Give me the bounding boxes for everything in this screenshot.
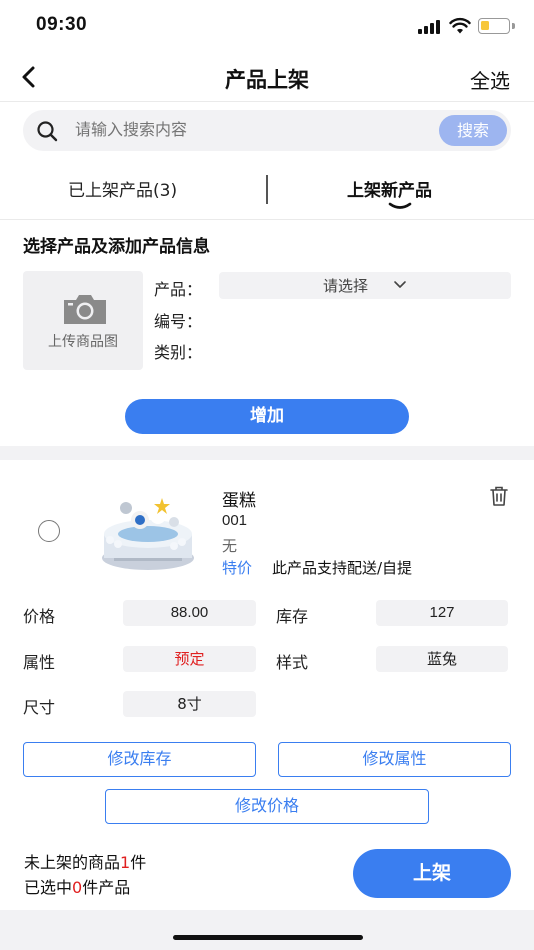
product-code: 001 [222,512,248,529]
battery-icon [478,18,510,34]
unlisted-prefix: 未上架的商品 [24,853,121,872]
category-label: 类别： [154,343,203,362]
cellular-signal-icon [418,20,442,34]
wifi-icon [449,17,471,34]
delivery-note: 此产品支持配送/自提 [272,559,413,577]
style-value: 蓝兔 [376,646,508,672]
product-name: 蛋糕 [222,491,256,511]
unlisted-count: 1 [120,853,131,872]
code-label: 编号： [154,312,203,331]
price-label: 价格 [23,607,56,626]
selected-count-text: 已选中0件产品 [24,874,130,898]
selected-count: 0 [72,878,83,897]
section-title: 选择产品及添加产品信息 [23,237,210,257]
status-bar: 09:30 [0,0,534,54]
edit-attribute-button[interactable]: 修改属性 [278,742,511,777]
camera-icon [64,295,106,324]
navigation-bar: 产品上架 全选 [0,54,534,102]
home-indicator [173,935,363,940]
stock-label: 库存 [276,607,309,626]
status-time: 09:30 [36,14,88,35]
search-button[interactable]: 搜索 [439,115,507,146]
page-title: 产品上架 [225,68,309,92]
product-description: 无 [222,537,238,555]
edit-price-button[interactable]: 修改价格 [105,789,429,824]
cake-product-image [102,498,194,570]
product-select[interactable]: 请选择 [219,272,511,299]
bottom-band [0,910,534,950]
battery-tip [512,23,515,29]
size-label: 尺寸 [23,698,56,717]
select-all-button[interactable]: 全选 [470,65,510,94]
size-value: 8寸 [123,691,256,717]
search-input[interactable] [75,120,415,139]
price-value: 88.00 [123,600,256,626]
selected-suffix: 件产品 [82,878,131,897]
attribute-value: 预定 [123,646,256,672]
stock-value: 127 [376,600,508,626]
active-tab-indicator [388,202,412,209]
unlisted-count-text: 未上架的商品1件 [24,849,146,873]
upload-label: 上传商品图 [48,334,118,350]
chevron-down-icon [394,281,406,288]
add-product-form: 选择产品及添加产品信息 上传商品图 产品： 请选择 编号： 类别： 增加 [0,222,534,446]
special-price-tag: 特价 [222,559,253,577]
add-button[interactable]: 增加 [125,399,409,434]
attribute-label: 属性 [23,653,56,672]
tab-listed-products[interactable]: 已上架产品(3) [68,176,177,201]
edit-stock-button[interactable]: 修改库存 [23,742,256,777]
product-card: 蛋糕 001 无 特价 此产品支持配送/自提 价格 88.00 库存 127 属… [0,460,534,910]
select-placeholder: 请选择 [323,277,369,295]
tab-list-new-product[interactable]: 上架新产品 [347,176,432,201]
select-radio[interactable] [38,520,60,542]
style-label: 样式 [276,653,309,672]
selected-prefix: 已选中 [24,878,73,897]
list-on-shelf-button[interactable]: 上架 [353,849,511,898]
search-bar: 搜索 [23,110,511,151]
section-separator [0,446,534,460]
product-label: 产品： [154,280,203,299]
trash-icon[interactable] [489,485,509,507]
unlisted-suffix: 件 [130,853,147,872]
search-icon [37,121,58,142]
upload-image-button[interactable]: 上传商品图 [23,271,143,370]
tab-bar: 已上架产品(3) 上架新产品 [0,160,534,220]
tab-divider [266,175,268,204]
